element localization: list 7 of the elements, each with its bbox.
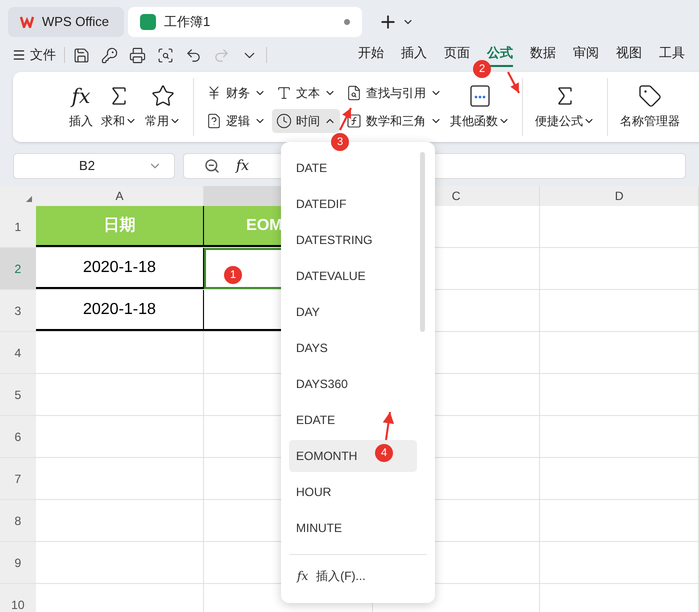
step-badge: 2 [473, 60, 491, 78]
fx-icon: fx [72, 84, 90, 108]
fx-icon: fx [236, 156, 250, 176]
table-cell: 2020-1-18 [36, 290, 204, 331]
header-cell: 日期 [36, 206, 204, 247]
table-cell: 2020-1-18 [36, 248, 204, 289]
fx-icon: fx [297, 567, 308, 585]
